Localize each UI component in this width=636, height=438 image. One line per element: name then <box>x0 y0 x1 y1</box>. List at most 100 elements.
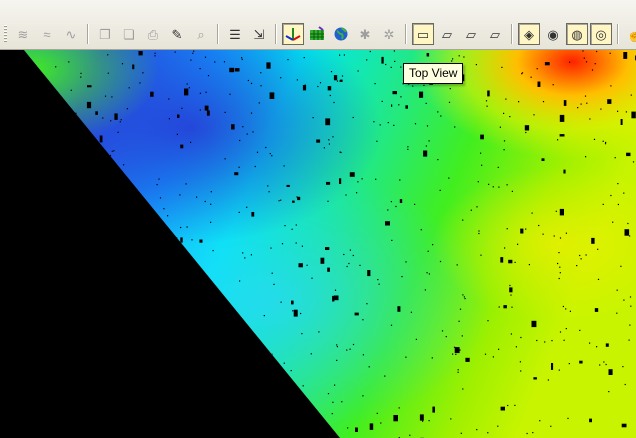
surface-tool-1-icon[interactable]: ≋ <box>12 23 34 45</box>
building-speckle <box>327 200 329 202</box>
building-speckle <box>204 105 209 111</box>
building-speckle <box>537 81 541 87</box>
building-speckle <box>234 172 239 176</box>
building-speckle <box>341 75 344 77</box>
building-speckle <box>462 294 464 296</box>
building-speckle <box>283 362 285 364</box>
building-speckle <box>620 265 622 267</box>
building-speckle <box>452 353 454 355</box>
building-speckle <box>393 50 395 52</box>
building-speckle <box>464 298 466 300</box>
shading-mode-3-icon[interactable]: ◍ <box>566 23 588 45</box>
building-speckle <box>191 239 193 241</box>
building-speckle <box>605 141 607 144</box>
building-speckle <box>80 76 82 78</box>
building-speckle <box>121 63 124 65</box>
building-speckle <box>55 66 57 68</box>
building-speckle <box>432 406 435 413</box>
building-speckle <box>551 363 554 370</box>
building-speckle <box>544 341 546 343</box>
building-speckle <box>450 418 452 420</box>
print-preview-icon[interactable]: ⌕ <box>190 23 212 45</box>
shading-mode-1-icon[interactable]: ◈ <box>518 23 540 45</box>
building-speckle <box>391 105 393 107</box>
building-speckle <box>585 254 587 256</box>
building-speckle <box>629 324 631 326</box>
surface-tool-2-icon[interactable]: ≈ <box>36 23 58 45</box>
building-speckle <box>412 85 414 87</box>
front-view-icon[interactable]: ▱ <box>436 23 458 45</box>
building-speckle <box>258 102 260 104</box>
sparkle-icon[interactable]: ✱ <box>354 23 376 45</box>
top-view-icon[interactable]: ▭ <box>412 23 434 45</box>
copy-object-icon[interactable]: ❐ <box>94 23 116 45</box>
building-speckle <box>585 156 587 158</box>
building-speckle <box>498 306 500 308</box>
select-layer-icon[interactable]: ⇲ <box>248 23 270 45</box>
building-speckle <box>607 99 612 104</box>
building-speckle <box>520 336 522 339</box>
perspective-view-icon[interactable]: ▱ <box>484 23 506 45</box>
building-speckle <box>580 103 582 105</box>
building-speckle <box>303 57 305 59</box>
building-speckle <box>241 57 243 59</box>
building-speckle <box>102 117 104 119</box>
globe-icon[interactable] <box>330 23 352 45</box>
building-speckle <box>509 116 511 118</box>
building-speckle <box>585 61 588 63</box>
building-speckle <box>594 308 599 312</box>
building-speckle <box>480 152 482 154</box>
building-speckle <box>244 257 246 259</box>
building-speckle <box>318 331 320 333</box>
grid-surface-icon[interactable] <box>306 23 328 45</box>
building-speckle <box>583 57 585 59</box>
pan-hand-icon[interactable]: ☝ <box>624 23 636 45</box>
pick-tool-icon[interactable]: ✎ <box>166 23 188 45</box>
building-speckle <box>398 407 400 409</box>
building-speckle <box>480 134 484 140</box>
building-speckle <box>379 124 381 126</box>
building-speckle <box>541 158 545 161</box>
building-speckle <box>586 102 588 104</box>
building-speckle <box>424 289 426 291</box>
building-speckle <box>580 258 582 260</box>
building-speckle <box>224 158 226 160</box>
building-speckle <box>558 369 560 371</box>
elevation-map[interactable] <box>0 50 636 438</box>
building-speckle <box>265 146 267 149</box>
side-view-icon[interactable]: ▱ <box>460 23 482 45</box>
building-speckle <box>594 63 596 65</box>
terrain-viewport[interactable] <box>0 50 636 438</box>
building-speckle <box>336 359 338 361</box>
toolbar-grip[interactable] <box>4 25 7 43</box>
building-speckle <box>154 55 156 57</box>
building-speckle <box>301 245 303 247</box>
shading-mode-4-icon[interactable]: ◎ <box>590 23 612 45</box>
surface-tool-3-icon[interactable]: ∿ <box>60 23 82 45</box>
building-speckle <box>503 305 507 309</box>
toolbar-separator <box>217 24 219 44</box>
building-speckle <box>224 111 226 113</box>
building-speckle <box>476 206 478 208</box>
building-speckle <box>514 261 516 263</box>
layers-icon[interactable]: ☰ <box>224 23 246 45</box>
building-speckle <box>487 432 489 434</box>
sparkle-layer-icon[interactable]: ✲ <box>378 23 400 45</box>
paste-object-icon[interactable]: ❏ <box>118 23 140 45</box>
building-speckle <box>462 219 464 221</box>
building-speckle <box>333 101 335 104</box>
building-speckle <box>373 121 375 123</box>
shading-mode-2-icon[interactable]: ◉ <box>542 23 564 45</box>
building-speckle <box>623 299 625 301</box>
building-speckle <box>250 254 252 256</box>
axes-icon[interactable] <box>282 23 304 45</box>
building-speckle <box>252 131 254 133</box>
building-speckle <box>460 432 462 434</box>
building-speckle <box>398 104 400 106</box>
building-speckle <box>420 229 422 231</box>
building-speckle <box>68 61 70 63</box>
building-speckle <box>448 177 450 179</box>
building-speckle <box>132 64 135 70</box>
building-speckle <box>158 178 160 180</box>
print-icon[interactable]: ⎙ <box>142 23 164 45</box>
